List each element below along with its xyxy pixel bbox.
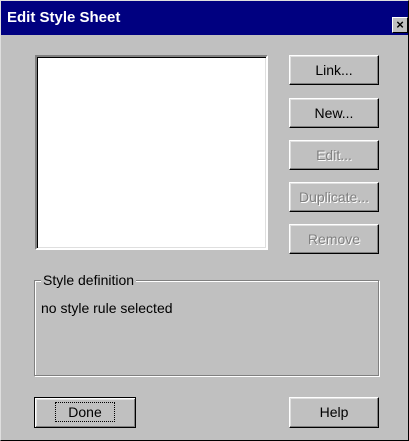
done-button-label: Done <box>55 402 115 422</box>
help-button[interactable]: Help <box>289 397 379 428</box>
style-rules-listbox[interactable] <box>35 55 268 250</box>
new-button[interactable]: New... <box>289 98 379 128</box>
edit-style-sheet-dialog: Edit Style Sheet × Link... New... Edit..… <box>0 0 409 441</box>
dialog-title: Edit Style Sheet <box>7 9 121 26</box>
done-button[interactable]: Done <box>34 397 136 428</box>
remove-button[interactable]: Remove <box>289 224 379 254</box>
style-definition-group: Style definition no style rule selected <box>34 272 379 376</box>
close-icon[interactable]: × <box>392 17 408 33</box>
style-definition-label: Style definition <box>41 272 137 288</box>
style-definition-text: no style rule selected <box>41 300 173 316</box>
duplicate-button[interactable]: Duplicate... <box>289 182 379 212</box>
link-button[interactable]: Link... <box>289 55 379 85</box>
title-bar[interactable]: Edit Style Sheet × <box>1 1 408 35</box>
edit-button[interactable]: Edit... <box>289 140 379 170</box>
